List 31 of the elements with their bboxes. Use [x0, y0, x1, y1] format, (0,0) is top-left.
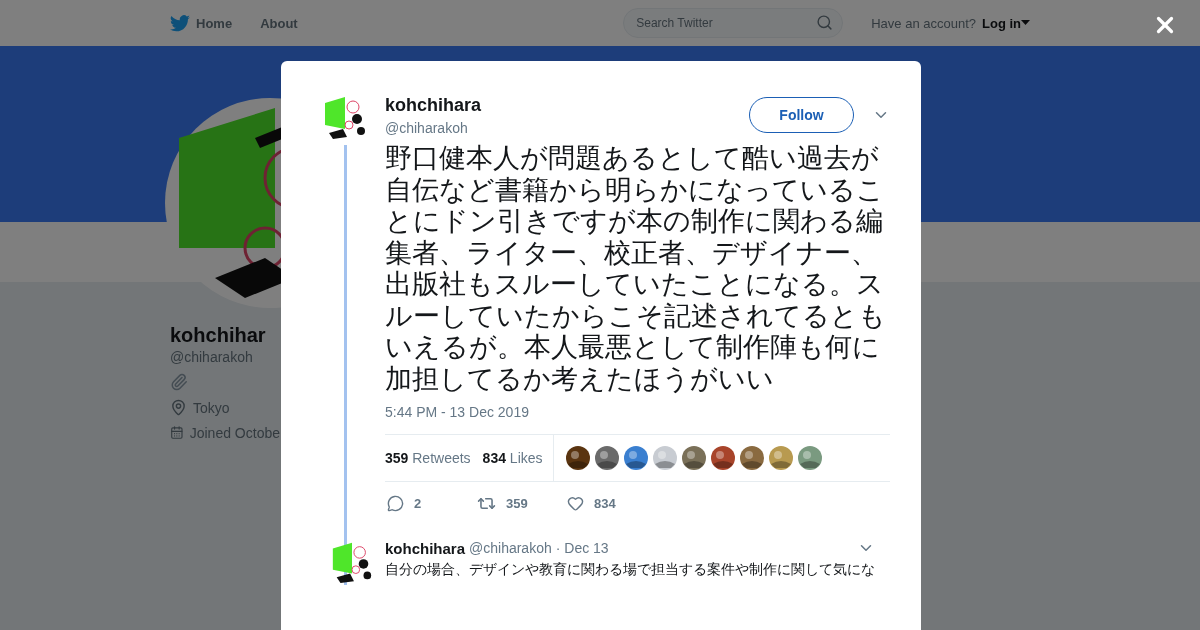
location-icon — [170, 399, 187, 416]
profile-handle: @chiharakoh — [170, 349, 254, 365]
caret-icon — [1021, 20, 1030, 26]
author-handle: @chiharakoh — [385, 120, 469, 136]
author-name: kohchihara — [385, 539, 466, 557]
bird-icon — [170, 14, 190, 32]
follow-button[interactable]: Follow — [749, 97, 854, 133]
reply-icon — [387, 495, 404, 512]
heart-icon — [567, 495, 584, 512]
nav-link[interactable]: Home — [170, 14, 233, 32]
reply-text: 自分の場合、デザインや教育に関わる場で担当する案件や制作に関して気にな — [385, 561, 875, 579]
retweet-button[interactable]: 359 — [477, 494, 537, 513]
reply-button[interactable]: 2 — [387, 494, 447, 513]
profile-name: kohchihar — [170, 324, 267, 347]
tweet-date: · Dec 13 — [555, 540, 609, 556]
stat-count[interactable]: 359 Retweets — [385, 450, 471, 466]
account-prompt: Have an account? — [871, 15, 976, 31]
search-field[interactable]: Search Twitter — [623, 8, 844, 38]
tweet-text: 野口健本人が問題あるとして酷い過去が自伝など書籍から明らかになっていることにドン引きですが本の制作に関わる編集者、ライター、校正者、デザイナー、出版社もスルーしていたことになる。スルーしていたからこそ記述されてるともいえるが。本人最悪として制作陣も何に加担してるか考えたほうがいい — [385, 142, 887, 394]
nav-link[interactable]: About — [260, 15, 298, 31]
like-button[interactable]: 834 — [567, 494, 627, 513]
author-handle: @chiharakoh — [469, 540, 552, 556]
login-link[interactable]: Log in — [982, 15, 1030, 31]
author-name: kohchihara — [385, 95, 482, 116]
calendar-icon — [170, 424, 184, 441]
paperclip-icon — [170, 373, 188, 391]
profile-location: Tokyo — [193, 399, 230, 416]
stat-count[interactable]: 834 Likes — [482, 450, 543, 466]
profile-joined: Joined Octobe — [189, 424, 280, 441]
search-icon — [816, 14, 834, 31]
tweet-timestamp: 5:44 PM - 13 Dec 2019 — [385, 404, 530, 420]
